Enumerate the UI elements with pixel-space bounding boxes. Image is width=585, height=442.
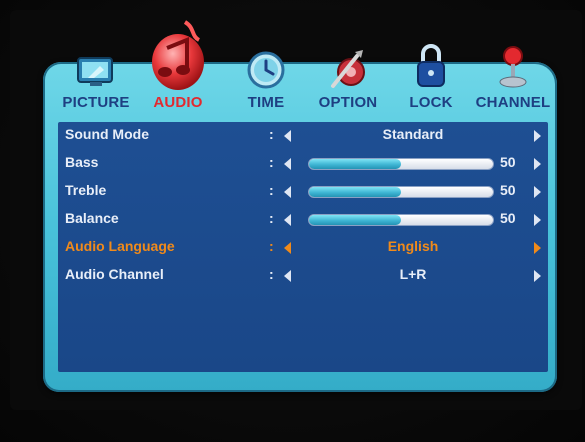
- bass-slider[interactable]: [308, 158, 494, 170]
- slider-fill: [309, 215, 401, 225]
- row-colon: :: [269, 266, 274, 282]
- tab-time[interactable]: TIME: [226, 18, 306, 118]
- row-treble[interactable]: Treble : 50: [58, 178, 548, 206]
- row-value: L+R: [399, 266, 427, 282]
- arrow-left-icon[interactable]: [284, 130, 291, 142]
- audio-icon: [147, 18, 209, 97]
- row-label: Sound Mode: [65, 126, 149, 142]
- arrow-right-icon[interactable]: [534, 214, 541, 226]
- tab-audio[interactable]: AUDIO: [138, 18, 218, 118]
- treble-slider[interactable]: [308, 186, 494, 198]
- balance-slider[interactable]: [308, 214, 494, 226]
- row-label: Audio Channel: [65, 266, 164, 282]
- row-bass[interactable]: Bass : 50: [58, 150, 548, 178]
- tab-lock[interactable]: LOCK: [391, 18, 471, 118]
- tab-option[interactable]: OPTION: [308, 18, 388, 118]
- slider-fill: [309, 187, 401, 197]
- row-colon: :: [269, 182, 274, 198]
- picture-icon: [74, 54, 118, 95]
- row-label: Balance: [65, 210, 119, 226]
- slider-value: 50: [500, 182, 516, 198]
- channel-icon: [496, 44, 530, 95]
- option-icon: [327, 46, 369, 95]
- tab-label: AUDIO: [153, 94, 203, 111]
- tab-bar: PICTURE AUDIO TIME OPTION LOCK CHANNEL: [56, 18, 556, 118]
- tab-label: TIME: [247, 94, 285, 111]
- lock-icon: [414, 42, 448, 95]
- tab-label: OPTION: [318, 94, 378, 111]
- arrow-left-icon[interactable]: [284, 186, 291, 198]
- tab-picture[interactable]: PICTURE: [56, 18, 136, 118]
- row-label: Treble: [65, 182, 107, 198]
- row-colon: :: [269, 210, 274, 226]
- arrow-left-icon[interactable]: [284, 214, 291, 226]
- tab-channel[interactable]: CHANNEL: [473, 18, 553, 118]
- tab-label: LOCK: [409, 94, 453, 111]
- arrow-left-icon[interactable]: [284, 158, 291, 170]
- slider-fill: [309, 159, 401, 169]
- row-audio-language[interactable]: Audio Language : English: [58, 234, 548, 262]
- slider-value: 50: [500, 154, 516, 170]
- row-label: Audio Language: [65, 238, 175, 254]
- arrow-right-icon[interactable]: [534, 158, 541, 170]
- row-value: Standard: [382, 126, 444, 142]
- arrow-left-icon[interactable]: [284, 242, 291, 254]
- row-label: Bass: [65, 154, 99, 170]
- row-colon: :: [269, 126, 274, 142]
- tab-label: PICTURE: [62, 94, 130, 111]
- arrow-right-icon[interactable]: [534, 130, 541, 142]
- row-colon: :: [269, 238, 274, 254]
- clock-icon: [246, 50, 286, 95]
- tab-label: CHANNEL: [475, 94, 551, 111]
- row-colon: :: [269, 154, 274, 170]
- row-balance[interactable]: Balance : 50: [58, 206, 548, 234]
- arrow-right-icon[interactable]: [534, 186, 541, 198]
- row-sound-mode[interactable]: Sound Mode : Standard: [58, 122, 548, 150]
- row-audio-channel[interactable]: Audio Channel : L+R: [58, 262, 548, 290]
- row-value: English: [387, 238, 439, 254]
- arrow-left-icon[interactable]: [284, 270, 291, 282]
- slider-value: 50: [500, 210, 516, 226]
- arrow-right-icon[interactable]: [534, 242, 541, 254]
- settings-list: Sound Mode : Standard Bass : 50 Treble :…: [58, 122, 548, 372]
- arrow-right-icon[interactable]: [534, 270, 541, 282]
